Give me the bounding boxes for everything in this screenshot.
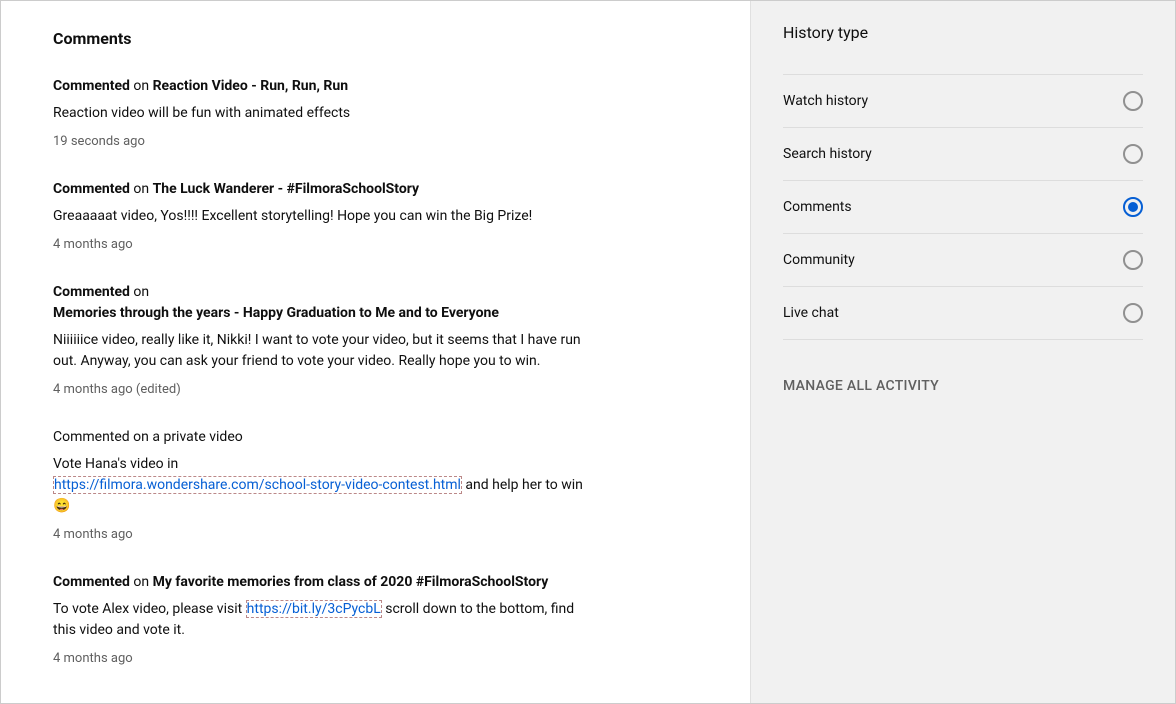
comment-item: Commented on Memories through the years -… [53,282,593,397]
comment-time: 4 months ago [53,651,593,666]
history-type-comments[interactable]: Comments [783,181,1143,234]
comment-body: Reaction video will be fun with animated… [53,103,593,124]
on-label: on [130,574,153,590]
radio-icon [1123,144,1143,164]
radio-label: Watch history [783,93,868,109]
manage-all-activity-link[interactable]: MANAGE ALL ACTIVITY [783,378,1143,394]
video-title: Reaction Video - Run, Run, Run [153,78,348,94]
commented-label: Commented [53,284,130,300]
comment-item: Commented on The Luck Wanderer - #Filmor… [53,179,593,252]
radio-icon [1123,197,1143,217]
comment-header[interactable]: Commented on a private video [53,427,593,448]
radio-icon [1123,250,1143,270]
comment-time: 19 seconds ago [53,134,593,149]
history-type-livechat[interactable]: Live chat [783,287,1143,340]
comment-time: 4 months ago [53,527,593,542]
radio-label: Search history [783,146,872,162]
comments-main: Comments Commented on Reaction Video - R… [1,1,750,703]
comment-text-before: Vote Hana's video in [53,456,178,472]
radio-label: Community [783,252,855,268]
page-title: Comments [53,29,698,48]
radio-label: Comments [783,199,852,215]
comment-time: 4 months ago (edited) [53,382,593,397]
history-type-list: Watch history Search history Comments Co… [783,74,1143,340]
video-title: Memories through the years - Happy Gradu… [53,305,499,321]
commented-label: Commented [53,181,130,197]
comment-item: Commented on a private video Vote Hana's… [53,427,593,542]
commented-label: Commented [53,78,130,94]
comment-body: To vote Alex video, please visit https:/… [53,599,593,641]
history-type-search[interactable]: Search history [783,128,1143,181]
comment-link[interactable]: https://bit.ly/3cPycbL [246,600,382,618]
on-label: on [130,284,149,300]
comment-item: Commented on Reaction Video - Run, Run, … [53,76,593,149]
comment-body: Greaaaaat video, Yos!!!! Excellent story… [53,206,593,227]
commented-label: Commented [53,574,130,590]
comment-time: 4 months ago [53,237,593,252]
video-title: My favorite memories from class of 2020 … [153,574,549,590]
comment-header[interactable]: Commented on Reaction Video - Run, Run, … [53,76,593,97]
history-type-community[interactable]: Community [783,234,1143,287]
sidebar-title: History type [783,23,1143,56]
comment-item: Commented on My favorite memories from c… [53,572,593,666]
history-type-watch[interactable]: Watch history [783,75,1143,128]
commented-private-label: Commented on a private video [53,429,243,445]
comment-header[interactable]: Commented on My favorite memories from c… [53,572,593,593]
comment-link[interactable]: https://filmora.wondershare.com/school-s… [53,476,462,494]
comment-text-before: To vote Alex video, please visit [53,601,246,617]
on-label: on [130,181,153,197]
comment-body: Vote Hana's video in https://filmora.won… [53,454,593,517]
sidebar: History type Watch history Search histor… [750,1,1175,703]
on-label: on [130,78,153,94]
radio-icon [1123,303,1143,323]
video-title: The Luck Wanderer - #FilmoraSchoolStory [153,181,419,197]
radio-label: Live chat [783,305,839,321]
radio-icon [1123,91,1143,111]
comment-body: Niiiiiice video, really like it, Nikki! … [53,330,593,372]
comment-header[interactable]: Commented on The Luck Wanderer - #Filmor… [53,179,593,200]
comment-header[interactable]: Commented on Memories through the years -… [53,282,593,324]
